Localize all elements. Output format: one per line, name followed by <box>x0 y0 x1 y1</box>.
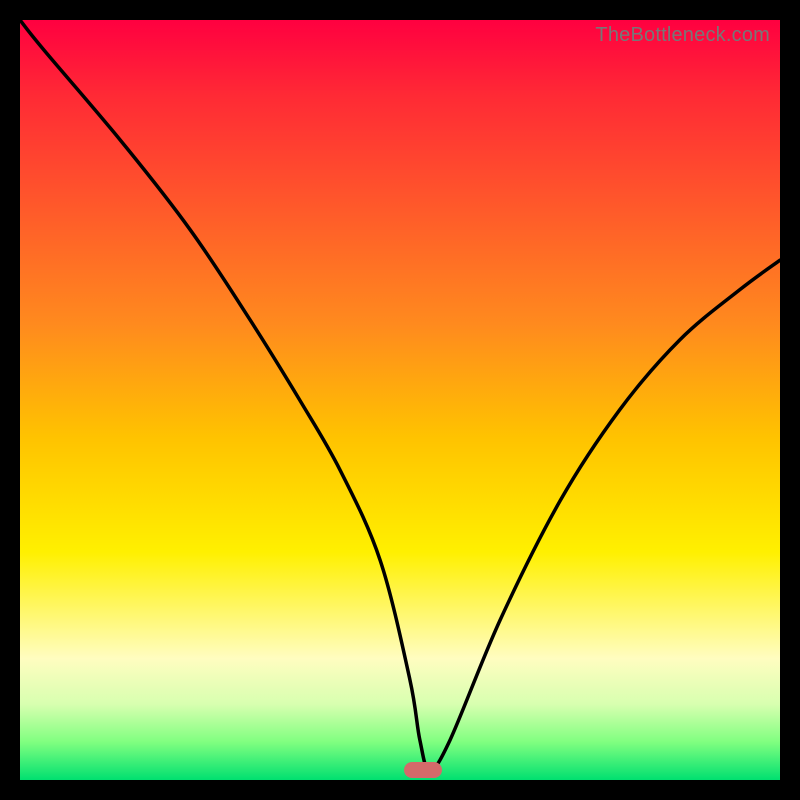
plot-area: TheBottleneck.com <box>20 20 780 780</box>
curve-layer <box>20 20 780 780</box>
optimum-marker <box>404 762 442 778</box>
chart-frame: TheBottleneck.com <box>0 0 800 800</box>
bottleneck-curve-path <box>20 20 780 770</box>
